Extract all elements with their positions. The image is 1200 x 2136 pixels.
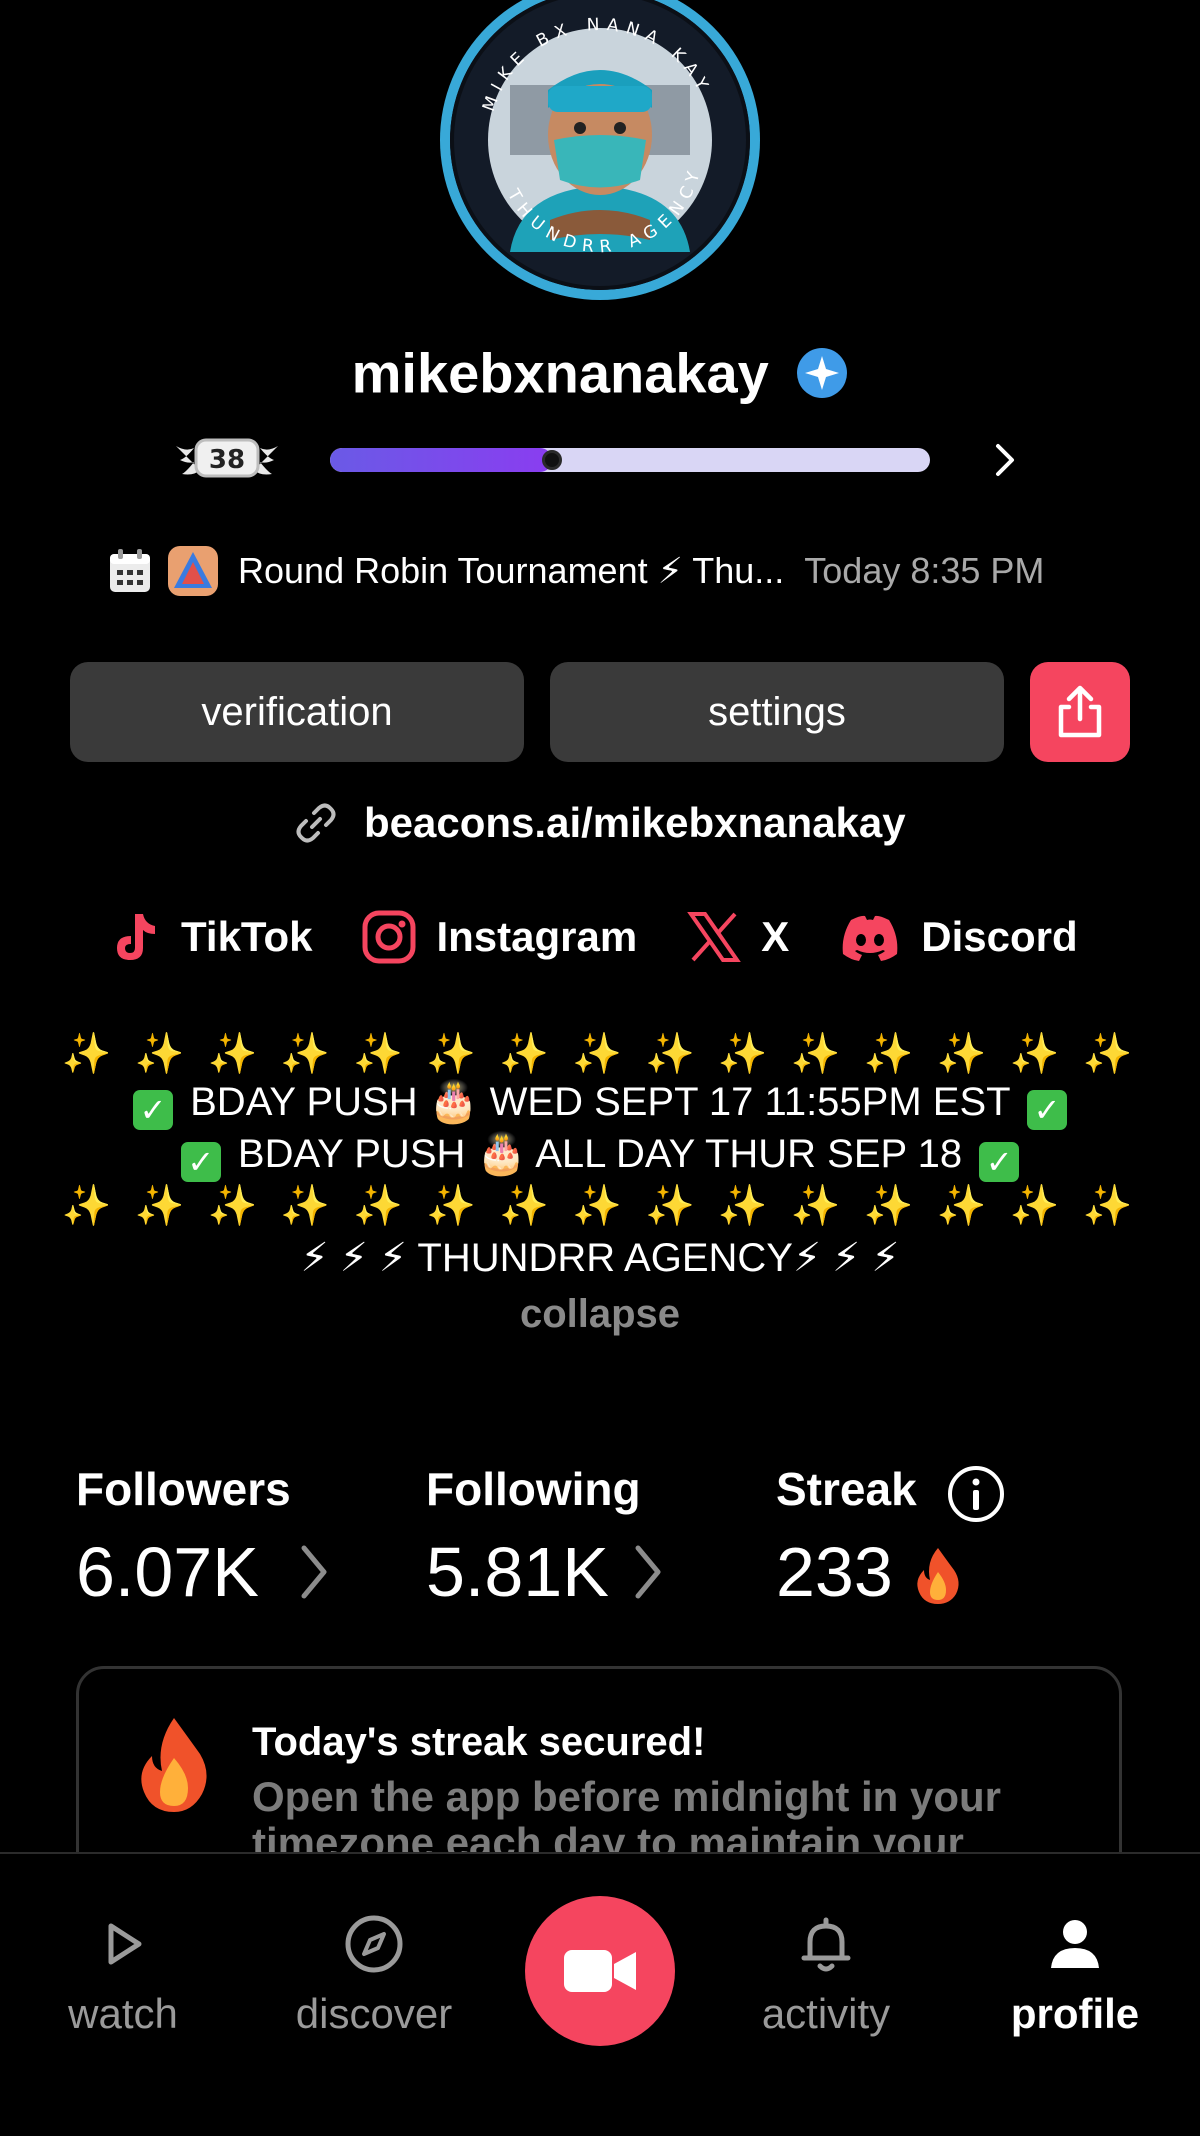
verified-badge-icon <box>797 348 848 399</box>
collapse-bio-button[interactable]: collapse <box>0 1292 1200 1337</box>
nav-discover[interactable]: discover <box>284 1914 464 2038</box>
bio: ✨ ✨ ✨ ✨ ✨ ✨ ✨ ✨ ✨ ✨ ✨ ✨ ✨ ✨ ✨ ✓ BDAY PUS… <box>0 1030 1200 1282</box>
nav-discover-label: discover <box>295 1990 453 2037</box>
social-instagram[interactable]: Instagram <box>360 908 637 966</box>
following-count[interactable]: 5.81K <box>426 1532 609 1612</box>
chevron-right-icon[interactable] <box>630 1540 666 1604</box>
x-icon <box>687 912 742 962</box>
fire-icon <box>917 1548 959 1604</box>
svg-text:38: 38 <box>209 445 245 475</box>
social-discord-label: Discord <box>921 913 1078 960</box>
person-icon <box>1051 1920 1099 1968</box>
tiktok-icon <box>117 914 155 960</box>
streak-card-title: Today's streak secured! <box>252 1720 706 1764</box>
game-logo-icon <box>168 546 218 596</box>
bio-agency: ⚡ ⚡ ⚡ THUNDRR AGENCY⚡ ⚡ ⚡ <box>300 1236 900 1280</box>
fire-icon <box>141 1718 207 1812</box>
nav-profile[interactable]: profile <box>1000 1914 1150 2038</box>
avatar-image: MIKE BX NANA KAY THUNDRR AGENCY <box>450 0 750 290</box>
share-icon <box>1058 685 1102 738</box>
check-icon: ✓ <box>133 1090 173 1130</box>
bell-icon <box>801 1917 851 1972</box>
level-progress-fill <box>330 448 552 472</box>
play-icon <box>108 1923 142 1965</box>
streak-count: 233 <box>776 1533 893 1611</box>
profile-link[interactable]: beacons.ai/mikebxnanakay <box>0 796 1200 847</box>
profile-link-text: beacons.ai/mikebxnanakay <box>364 798 906 846</box>
social-tiktok[interactable]: TikTok <box>105 908 312 966</box>
link-icon <box>296 803 336 843</box>
calendar-icon <box>110 549 150 592</box>
verification-button[interactable]: verification <box>70 662 524 762</box>
social-discord[interactable]: Discord <box>837 908 1078 966</box>
info-icon[interactable] <box>946 1464 1006 1524</box>
bio-sparkles-top: ✨ ✨ ✨ ✨ ✨ ✨ ✨ ✨ ✨ ✨ ✨ ✨ ✨ ✨ ✨ <box>61 1032 1139 1076</box>
share-button[interactable] <box>1030 662 1130 762</box>
bio-line-2: ✓ BDAY PUSH 🎂 ALL DAY THUR SEP 18 ✓ <box>0 1130 1200 1182</box>
level-badge-icon[interactable]: 38 <box>172 432 282 484</box>
settings-button[interactable]: settings <box>550 662 1004 762</box>
bio-line-1: ✓ BDAY PUSH 🎂 WED SEPT 17 11:55PM EST ✓ <box>0 1078 1200 1130</box>
level-progress-knob <box>542 450 562 470</box>
social-tiktok-label: TikTok <box>181 913 313 960</box>
nav-profile-label: profile <box>1010 1990 1140 2037</box>
upcoming-event[interactable]: Round Robin Tournament ⚡ Thu... Today 8:… <box>108 546 1044 596</box>
username: mikebxnanakay <box>351 341 769 405</box>
bio-sparkles-bottom: ✨ ✨ ✨ ✨ ✨ ✨ ✨ ✨ ✨ ✨ ✨ ✨ ✨ ✨ ✨ <box>61 1184 1139 1228</box>
nav-watch-label: watch <box>68 1990 178 2037</box>
followers-count[interactable]: 6.07K <box>76 1532 259 1612</box>
nav-watch[interactable]: watch <box>58 1914 188 2038</box>
username-row: mikebxnanakay <box>0 336 1200 406</box>
go-live-button[interactable] <box>525 1896 675 2046</box>
streak-label: Streak <box>776 1463 917 1515</box>
check-icon: ✓ <box>180 1142 221 1182</box>
event-time: Today 8:35 PM <box>804 550 1045 591</box>
nav-activity[interactable]: activity <box>746 1914 906 2038</box>
profile-avatar[interactable]: MIKE BX NANA KAY THUNDRR AGENCY <box>440 0 760 300</box>
bottom-navigation: watch discover activity profile <box>0 1852 1200 2136</box>
discord-icon <box>842 915 898 961</box>
social-instagram-label: Instagram <box>436 913 638 960</box>
chevron-right-icon[interactable] <box>990 440 1020 480</box>
nav-activity-label: activity <box>761 1990 891 2037</box>
social-links: TikTok Instagram X Discord <box>105 908 1126 966</box>
instagram-icon <box>362 910 416 964</box>
event-title: Round Robin Tournament ⚡ Thu... <box>238 550 785 591</box>
check-icon: ✓ <box>979 1142 1020 1182</box>
social-x[interactable]: X <box>685 908 789 966</box>
check-icon: ✓ <box>1026 1090 1067 1130</box>
compass-icon <box>345 1915 403 1973</box>
chevron-right-icon[interactable] <box>296 1540 332 1604</box>
video-camera-icon <box>564 1950 636 1992</box>
level-progress-bar <box>330 448 930 472</box>
social-x-label: X <box>761 913 790 960</box>
following-label: Following <box>426 1463 641 1515</box>
followers-label: Followers <box>76 1463 291 1515</box>
